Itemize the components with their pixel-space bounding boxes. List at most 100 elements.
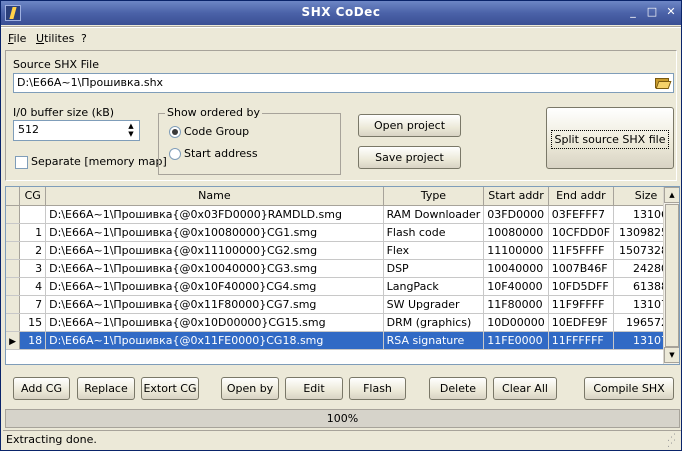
row-indicator <box>6 331 21 350</box>
cell-end-addr: 03FEFFF7 <box>548 205 615 224</box>
source-file-field[interactable]: D:\E66A~1\Прошивка.shx <box>13 73 674 93</box>
cell-name: D:\E66A~1\Прошивка{@0x10D00000}CG15.smg <box>45 313 384 332</box>
split-source-label: Split source SHX file <box>550 130 670 149</box>
cell-cg: 4 <box>19 277 47 296</box>
cell-type: RAM Downloader <box>383 205 485 224</box>
radio-start-address-label: Start address <box>184 147 258 160</box>
cell-end-addr: 11F5FFFF <box>548 241 615 260</box>
cell-name: D:\E66A~1\Прошивка{@0x10F40000}CG4.smg <box>45 277 384 296</box>
table: CG Name Type Start addr End addr Size D:… <box>6 187 679 350</box>
maximize-button[interactable]: □ <box>644 5 660 20</box>
cell-start-addr: 10080000 <box>483 223 549 242</box>
separate-label: Separate [memory map] <box>31 155 167 168</box>
header-type[interactable]: Type <box>383 187 485 206</box>
menu-file[interactable]: File <box>8 32 26 45</box>
row-indicator <box>6 205 21 224</box>
cell-name: D:\E66A~1\Прошивка{@0x10080000}CG1.smg <box>45 223 384 242</box>
extort-cg-button[interactable]: Extort CG <box>141 377 199 400</box>
order-legend: Show ordered by <box>165 106 263 119</box>
spinner-arrows-icon[interactable]: ▲ ▼ <box>126 122 136 139</box>
cell-end-addr: 10CFDD0F <box>548 223 615 242</box>
resize-grip-icon[interactable]: ⋰ ⋰ <box>667 434 679 449</box>
header-start-addr[interactable]: Start addr <box>483 187 549 206</box>
menu-help[interactable]: ? <box>81 32 87 45</box>
cell-start-addr: 10F40000 <box>483 277 549 296</box>
cell-start-addr: 11100000 <box>483 241 549 260</box>
radio-code-group-label: Code Group <box>184 125 250 138</box>
main-window: SHX CoDec _ □ ✕ File Utilites ? Source S… <box>0 0 682 451</box>
vertical-scrollbar[interactable]: ▲ ▼ <box>663 187 679 364</box>
status-bar: Extracting done. ⋰ ⋰ <box>3 430 681 449</box>
source-file-path: D:\E66A~1\Прошивка.shx <box>17 76 164 89</box>
row-indicator <box>6 241 21 260</box>
cell-start-addr: 10040000 <box>483 259 549 278</box>
row-indicator <box>6 277 21 296</box>
save-project-button[interactable]: Save project <box>358 146 461 169</box>
cell-type: Flex <box>383 241 485 260</box>
cell-end-addr: 10FD5DFF <box>548 277 615 296</box>
cell-type: SW Upgrader <box>383 295 485 314</box>
table-row[interactable]: 18D:\E66A~1\Прошивка{@0x11FE0000}CG18.sm… <box>6 331 679 350</box>
title-bar[interactable]: SHX CoDec _ □ ✕ <box>1 1 681 25</box>
table-row[interactable]: 7 D:\E66A~1\Прошивка{@0x11F80000}CG7.smg S… <box>6 295 679 314</box>
cell-name: D:\E66A~1\Прошивка{@0x11F80000}CG7.smg <box>45 295 384 314</box>
menu-bar: File Utilites ? <box>1 30 681 48</box>
cell-type: DSP <box>383 259 485 278</box>
close-button[interactable]: ✕ <box>663 5 679 20</box>
table-body: D:\E66A~1\Прошивка{@0x03FD0000}RAMDLD.sm… <box>6 205 679 350</box>
open-by-button[interactable]: Open by <box>221 377 279 400</box>
radio-start-address[interactable] <box>169 148 181 160</box>
window-title: SHX CoDec <box>301 5 381 19</box>
table-row[interactable]: 1 D:\E66A~1\Прошивка{@0x10080000}CG1.smg F… <box>6 223 679 242</box>
compile-shx-button[interactable]: Compile SHX <box>584 377 674 400</box>
cell-end-addr: 11FFFFFF <box>548 331 615 350</box>
row-indicator <box>6 313 21 332</box>
clear-all-button[interactable]: Clear All <box>493 377 557 400</box>
replace-button[interactable]: Replace <box>77 377 135 400</box>
flash-button[interactable]: Flash <box>349 377 406 400</box>
code-group-table[interactable]: CG Name Type Start addr End addr Size D:… <box>5 186 680 365</box>
table-row[interactable]: D:\E66A~1\Прошивка{@0x03FD0000}RAMDLD.sm… <box>6 205 679 224</box>
scroll-thumb[interactable] <box>665 204 679 347</box>
row-indicator <box>6 259 21 278</box>
cell-cg: 18 <box>19 331 47 350</box>
open-project-button[interactable]: Open project <box>358 114 461 137</box>
row-indicator <box>6 295 21 314</box>
cell-type: Flash code <box>383 223 485 242</box>
cell-cg: 2 <box>19 241 47 260</box>
header-end-addr[interactable]: End addr <box>548 187 615 206</box>
split-source-button[interactable]: Split source SHX file <box>546 107 674 169</box>
cell-start-addr: 10D00000 <box>483 313 549 332</box>
scroll-down-icon[interactable]: ▼ <box>664 347 679 363</box>
scroll-up-icon[interactable]: ▲ <box>664 187 679 203</box>
menu-divider <box>1 26 681 28</box>
cell-cg: 1 <box>19 223 47 242</box>
table-row[interactable]: 3 D:\E66A~1\Прошивка{@0x10040000}CG3.smg D… <box>6 259 679 278</box>
header-cg[interactable]: CG <box>19 187 47 206</box>
table-header: CG Name Type Start addr End addr Size <box>6 187 679 206</box>
buffer-size-spinner[interactable]: 512 ▲ ▼ <box>13 120 140 141</box>
header-name[interactable]: Name <box>45 187 384 206</box>
table-row[interactable]: 15 D:\E66A~1\Прошивка{@0x10D00000}CG15.sm… <box>6 313 679 332</box>
cell-name: D:\E66A~1\Прошивка{@0x03FD0000}RAMDLD.sm… <box>45 205 384 224</box>
cell-name: D:\E66A~1\Прошивка{@0x11FE0000}CG18.smg <box>45 331 384 350</box>
table-row[interactable]: 2 D:\E66A~1\Прошивка{@0x11100000}CG2.smg F… <box>6 241 679 260</box>
buffer-size-value: 512 <box>18 123 39 136</box>
cell-cg: 3 <box>19 259 47 278</box>
delete-button[interactable]: Delete <box>429 377 487 400</box>
table-row[interactable]: 4 D:\E66A~1\Прошивка{@0x10F40000}CG4.smg L… <box>6 277 679 296</box>
buffer-label: I/0 buffer size (kB) <box>13 106 115 119</box>
menu-utilites[interactable]: Utilites <box>36 32 74 45</box>
open-folder-icon[interactable] <box>655 76 672 89</box>
cell-type: LangPack <box>383 277 485 296</box>
radio-code-group[interactable] <box>169 126 181 138</box>
cell-end-addr: 1007B46F <box>548 259 615 278</box>
edit-button[interactable]: Edit <box>285 377 343 400</box>
cell-cg <box>19 205 47 224</box>
progress-text: 100% <box>326 412 359 425</box>
cell-type: DRM (graphics) <box>383 313 485 332</box>
progress-bar: 100% <box>5 409 680 428</box>
minimize-button[interactable]: _ <box>625 5 641 20</box>
add-cg-button[interactable]: Add CG <box>13 377 70 400</box>
separate-checkbox[interactable] <box>15 156 28 169</box>
